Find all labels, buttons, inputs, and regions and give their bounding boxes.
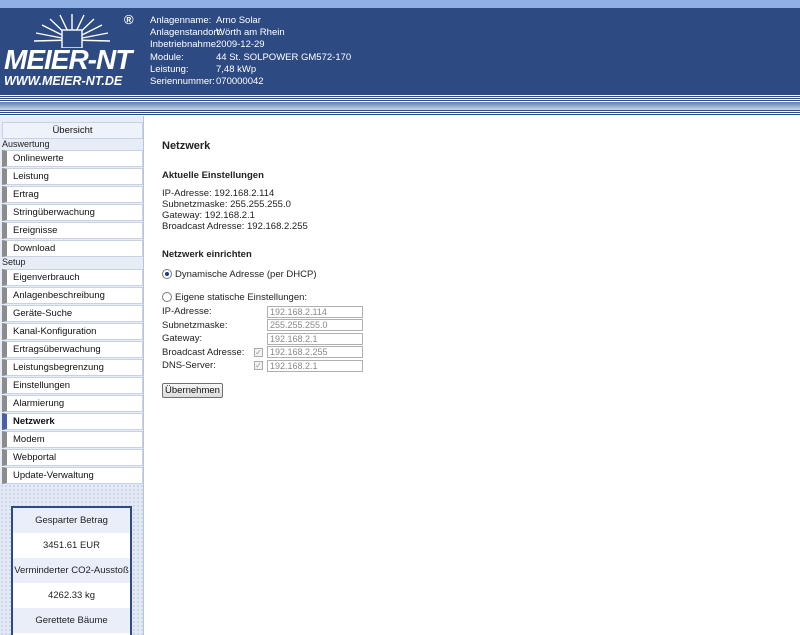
gateway-input[interactable] [267,332,363,345]
stat-saved-amount-value: 3451.61 EUR [13,533,130,558]
dhcp-radio[interactable] [162,269,172,279]
sidebar-item-modem[interactable]: Modem [2,431,143,448]
sidebar-item-webportal[interactable]: Webportal [2,449,143,466]
plant-info-row: Leistung: 7,48 kWp [150,64,351,76]
sidebar-item-stringueberwachung[interactable]: Stringüberwachung [2,204,143,221]
field-row-dns: DNS-Server: ✓ [162,359,782,373]
broadcast-checkbox[interactable]: ✓ [254,347,263,357]
sidebar-item-netzwerk[interactable]: Netzwerk [2,413,143,430]
sidebar-item-einstellungen[interactable]: Einstellungen [2,377,143,394]
field-label: Subnetzmaske: [162,319,228,331]
sidebar-item-update-verwaltung[interactable]: Update-Verwaltung [2,467,143,484]
field-row-broadcast: Broadcast Adresse: ✓ [162,346,782,360]
ip-address-input[interactable] [267,305,363,318]
plant-info-row: Inbetriebnahme: 2009-12-29 [150,39,351,51]
sidebar: Übersicht Auswertung Onlinewerte Leistun… [0,116,144,635]
checkbox-slot: ✓ [254,359,267,372]
dns-server-input[interactable] [267,359,363,372]
plant-info-label: Seriennummer: [150,76,215,88]
current-subnet: Subnetzmaske: 255.255.255.0 [162,199,291,210]
plant-info-row: Anlagenstandort: Wörth am Rhein [150,27,351,39]
plant-info-label: Inbetriebnahme: [150,39,219,51]
page-title: Netzwerk [162,140,211,152]
network-setup-heading: Netzwerk einrichten [162,249,252,260]
stat-saved-amount-label: Gesparter Betrag [13,508,130,533]
plant-info-label: Anlagenname: [150,15,212,26]
plant-info-row: Module: 44 St. SOLPOWER GM572-170 [150,52,351,64]
logo-url[interactable]: WWW.MEIER-NT.DE [4,74,122,88]
field-label: IP-Adresse: [162,306,212,318]
plant-info-row: Anlagenname: Arno Solar [150,15,351,27]
plant-info-label: Anlagenstandort: [150,27,222,39]
plant-info-value: Arno Solar [216,15,261,26]
sidebar-item-kanal-konfiguration[interactable]: Kanal-Konfiguration [2,323,143,340]
apply-button[interactable]: Übernehmen [162,382,223,398]
plant-info-value: 070000042 [216,76,264,88]
static-option[interactable]: Eigene statische Einstellungen: [162,290,782,304]
subnet-mask-input[interactable] [267,319,363,332]
sidebar-item-ereignisse[interactable]: Ereignisse [2,222,143,239]
plant-info-value: Wörth am Rhein [216,27,285,39]
sidebar-item-download[interactable]: Download [2,240,143,257]
dhcp-label: Dynamische Adresse (per DHCP) [175,268,317,280]
field-row-ip: IP-Adresse: [162,305,782,319]
checkbox-slot [254,332,267,345]
stat-co2-label: Verminderter CO2-Ausstoß [13,558,130,583]
sidebar-section-auswertung: Auswertung [2,139,50,149]
plant-info-value: 44 St. SOLPOWER GM572-170 [216,51,352,63]
logo-registered-mark: ® [124,12,134,27]
dns-checkbox[interactable]: ✓ [254,361,263,371]
broadcast-input[interactable] [267,346,363,359]
sidebar-divider [143,116,144,635]
field-row-gateway: Gateway: [162,332,782,346]
plant-info-value: 2009-12-29 [216,39,265,51]
checkbox-slot: ✓ [254,346,267,359]
sidebar-item-eigenverbrauch[interactable]: Eigenverbrauch [2,269,143,286]
sidebar-item-onlinewerte[interactable]: Onlinewerte [2,150,143,167]
stats-box: Gesparter Betrag 3451.61 EUR Verminderte… [11,506,132,635]
sidebar-item-leistungsbegrenzung[interactable]: Leistungsbegrenzung [2,359,143,376]
sidebar-item-uebersicht[interactable]: Übersicht [2,122,143,139]
checkbox-slot [254,305,267,318]
current-settings-heading: Aktuelle Einstellungen [162,170,264,181]
plant-info-value: 7,48 kWp [216,63,257,75]
plant-info-label: Leistung: [150,63,189,75]
checkbox-slot [254,319,267,332]
static-radio[interactable] [162,292,172,302]
current-settings: IP-Adresse: 192.168.2.114 Subnetzmaske: … [162,188,782,232]
sidebar-item-alarmierung[interactable]: Alarmierung [2,395,143,412]
stats-area: Gesparter Betrag 3451.61 EUR Verminderte… [0,484,144,635]
main-content: Netzwerk Aktuelle Einstellungen IP-Adres… [162,140,782,398]
static-label: Eigene statische Einstellungen: [175,291,308,303]
sidebar-item-ertrag[interactable]: Ertrag [2,186,143,203]
current-gateway: Gateway: 192.168.2.1 [162,210,255,221]
current-broadcast: Broadcast Adresse: 192.168.2.255 [162,221,308,232]
field-label: DNS-Server: [162,360,216,372]
logo-text: MEIER-NT [4,44,132,75]
logo[interactable]: ® MEIER-NT WWW.MEIER-NT.DE [0,8,145,94]
sidebar-item-ertragsueberwachung[interactable]: Ertragsüberwachung [2,341,143,358]
sidebar-item-anlagenbeschreibung[interactable]: Anlagenbeschreibung [2,287,143,304]
current-ip: IP-Adresse: 192.168.2.114 [162,188,275,199]
header-stripe-band [0,102,800,110]
field-row-subnet: Subnetzmaske: [162,319,782,333]
plant-info: Anlagenname: Arno Solar Anlagenstandort: W… [150,15,351,88]
plant-info-label: Module: [150,51,184,63]
plant-info-row: Seriennummer: 070000042 [150,76,351,88]
sidebar-item-leistung[interactable]: Leistung [2,168,143,185]
stat-co2-value: 4262.33 kg [13,583,130,608]
field-label: Broadcast Adresse: [162,346,245,358]
stat-trees-label: Gerettete Bäume [13,608,130,633]
field-label: Gateway: [162,333,203,345]
header-stripe [0,94,800,116]
submit-row: Übernehmen [162,382,782,398]
sidebar-item-geraete-suche[interactable]: Geräte-Suche [2,305,143,322]
dhcp-option[interactable]: Dynamische Adresse (per DHCP) [162,267,782,281]
header: ® MEIER-NT WWW.MEIER-NT.DE Anlagenname: A… [0,8,800,94]
top-strip [0,0,800,8]
sidebar-section-setup: Setup [2,257,26,267]
static-fields: IP-Adresse: Subnetzmaske: Gateway: Broad… [162,305,782,373]
